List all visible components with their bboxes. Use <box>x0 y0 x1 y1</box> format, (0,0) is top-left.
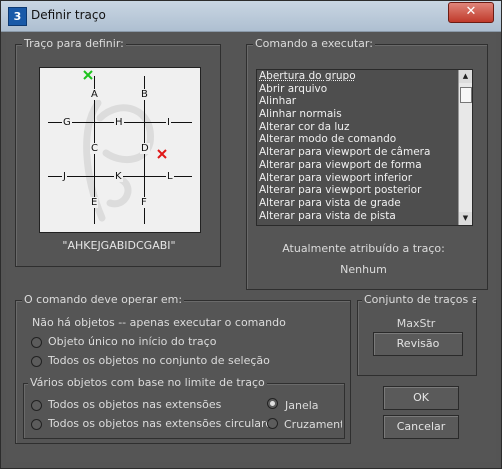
scroll-thumb[interactable] <box>460 87 472 103</box>
all-in-extents-label[interactable]: Todos os objetos nas extensões <box>48 398 221 411</box>
command-list-scrollbar[interactable]: ▲ ▼ <box>458 70 472 225</box>
command-list-item[interactable]: Alterar cor da luz <box>257 121 472 134</box>
command-list-item[interactable]: Alinhar normais <box>257 108 472 121</box>
stroke-set-name: MaxStr <box>396 317 436 330</box>
ok-button[interactable]: OK <box>383 386 459 410</box>
start-marker-icon <box>83 70 93 80</box>
command-list-item[interactable]: Alterar para viewport inferior <box>257 172 472 185</box>
dialog-window: 3 Definir traço ✕ Traço para definir: A … <box>0 0 502 469</box>
command-list-items: Abertura do grupo Abrir arquivo Alinhar Ali… <box>257 70 472 222</box>
stroke-grid[interactable]: A B G H I C D J K L E F <box>39 67 201 233</box>
dialog-body: Traço para definir: A B G H I C D J K L … <box>6 32 496 462</box>
command-list-item[interactable]: Alterar para viewport de câmera <box>257 146 472 159</box>
grid-label-f: F <box>140 197 148 208</box>
single-object-radio[interactable] <box>31 337 42 348</box>
grid-label-c: C <box>90 143 99 154</box>
grid-label-e: E <box>90 197 99 208</box>
no-objects-text: Não há objetos -- apenas executar o coma… <box>32 316 286 329</box>
all-in-extents-radio[interactable] <box>31 400 42 411</box>
end-marker-icon <box>157 149 167 159</box>
all-in-selection-label[interactable]: Todos os objetos no conjunto de seleção <box>48 354 270 367</box>
crossing-radio[interactable] <box>267 418 278 429</box>
command-panel-legend: Comando a executar: <box>253 37 375 50</box>
command-list-item[interactable]: Alterar para viewport de forma <box>257 159 472 172</box>
command-list-item[interactable]: Alterar para vista de grade <box>257 197 472 210</box>
grid-label-h: H <box>114 117 124 128</box>
stroke-code-label: "AHKEJGABIDCGABI" <box>62 239 176 252</box>
all-in-selection-radio[interactable] <box>31 356 42 367</box>
cancel-button[interactable]: Cancelar <box>383 415 459 439</box>
command-list-item[interactable]: Alinhar <box>257 95 472 108</box>
command-list[interactable]: Abertura do grupo Abrir arquivo Alinhar Ali… <box>256 69 473 226</box>
multi-objects-legend: Vários objetos com base no limite de tra… <box>28 376 267 389</box>
command-list-item[interactable]: Abertura do grupo <box>257 70 472 83</box>
title-bar[interactable]: 3 Definir traço ✕ <box>1 1 501 32</box>
assigned-value: Nenhum <box>340 263 387 276</box>
grid-label-i: I <box>166 117 171 128</box>
command-list-item[interactable]: Alterar modo de comando <box>257 133 472 146</box>
scroll-up-icon[interactable]: ▲ <box>459 70 472 83</box>
operate-panel-legend: O comando deve operar em: <box>22 293 185 306</box>
grid-label-l: L <box>166 171 174 182</box>
assigned-label: Atualmente atribuído a traço: <box>282 242 445 255</box>
grid-label-b: B <box>140 89 149 100</box>
command-list-item[interactable]: Alterar para vista de pista <box>257 210 472 223</box>
stroke-drawing <box>83 99 154 222</box>
command-list-item[interactable]: Alterar para viewport posterior <box>257 184 472 197</box>
crossing-label[interactable]: Cruzamento <box>284 418 342 431</box>
app-icon: 3 <box>8 7 27 26</box>
scroll-down-icon[interactable]: ▼ <box>459 212 472 225</box>
all-in-circular-radio[interactable] <box>31 419 42 430</box>
stroke-panel-legend: Traço para definir: <box>22 37 126 50</box>
close-button[interactable]: ✕ <box>448 2 494 23</box>
window-radio[interactable] <box>267 398 278 409</box>
grid-label-d: D <box>140 143 150 154</box>
window-label[interactable]: Janela <box>285 399 319 412</box>
grid-label-a: A <box>90 89 99 100</box>
single-object-label[interactable]: Objeto único no início do traço <box>48 335 216 348</box>
window-title: Definir traço <box>31 8 106 22</box>
grid-label-j: J <box>62 171 67 182</box>
all-in-circular-label[interactable]: Todos os objetos nas extensões circulare… <box>48 417 278 430</box>
command-list-item[interactable]: Abrir arquivo <box>257 83 472 96</box>
grid-label-g: G <box>62 117 72 128</box>
review-button[interactable]: Revisão <box>373 332 463 356</box>
stroke-set-legend: Conjunto de traços atu <box>362 293 476 306</box>
grid-label-k: K <box>114 171 123 182</box>
